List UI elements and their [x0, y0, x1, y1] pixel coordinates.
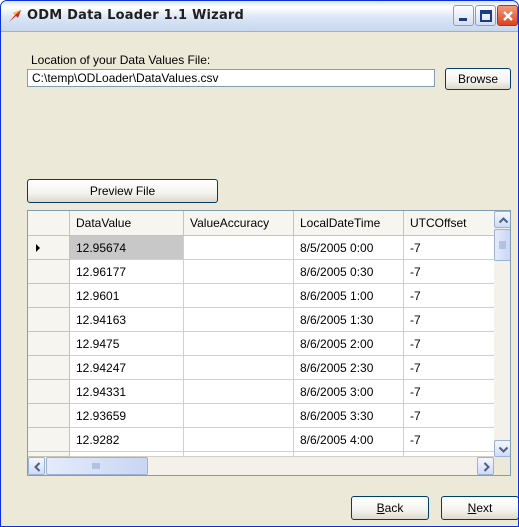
close-icon [503, 11, 513, 21]
cell-localdatetime[interactable]: 8/6/2005 1:00 [294, 284, 404, 308]
table-row[interactable]: 12.96177 8/6/2005 0:30 -7 [28, 260, 494, 284]
row-header-corner [28, 211, 70, 235]
minimize-icon [459, 18, 467, 21]
cell-utcoffset[interactable]: -7 [404, 332, 494, 356]
column-header-datavalue[interactable]: DataValue [70, 211, 184, 235]
cell-localdatetime[interactable]: 8/6/2005 0:30 [294, 260, 404, 284]
table-row[interactable]: 12.9601 8/6/2005 1:00 -7 [28, 284, 494, 308]
chevron-left-icon [34, 462, 41, 472]
scroll-up-button[interactable] [494, 211, 510, 228]
cell-valueaccuracy[interactable] [184, 260, 294, 284]
scroll-down-button[interactable] [494, 440, 510, 457]
grip-icon [499, 241, 506, 249]
cell-utcoffset[interactable]: -7 [404, 260, 494, 284]
cell-datavalue[interactable]: 12.95674 [70, 236, 184, 260]
wizard-window: ODM Data Loader 1.1 Wizard Location of y… [0, 0, 519, 527]
data-file-label: Location of your Data Values File: [31, 53, 211, 67]
app-icon [9, 10, 21, 22]
cell-localdatetime[interactable]: 8/6/2005 3:30 [294, 404, 404, 428]
cell-datavalue[interactable]: 12.96177 [70, 260, 184, 284]
chevron-down-icon [498, 446, 509, 453]
back-accelerator: B [376, 501, 385, 515]
cell-utcoffset[interactable]: -7 [404, 404, 494, 428]
cell-valueaccuracy[interactable] [184, 380, 294, 404]
row-header[interactable] [28, 284, 70, 308]
cell-datavalue[interactable]: 12.93659 [70, 404, 184, 428]
file-path-input[interactable] [27, 69, 435, 87]
cell-localdatetime[interactable]: 8/6/2005 2:00 [294, 332, 404, 356]
table-row[interactable]: 12.94163 8/6/2005 1:30 -7 [28, 308, 494, 332]
cell-datavalue[interactable]: 12.94163 [70, 308, 184, 332]
table-row[interactable]: 12.94247 8/6/2005 2:30 -7 [28, 356, 494, 380]
cell-localdatetime[interactable]: 8/6/2005 3:00 [294, 380, 404, 404]
cell-datavalue[interactable]: 12.9475 [70, 332, 184, 356]
cell-localdatetime[interactable]: 8/5/2005 0:00 [294, 236, 404, 260]
cell-valueaccuracy[interactable] [184, 332, 294, 356]
cell-localdatetime[interactable]: 8/6/2005 4:00 [294, 428, 404, 452]
next-button[interactable]: Next [441, 496, 518, 520]
cell-valueaccuracy[interactable] [184, 308, 294, 332]
column-header-valueaccuracy[interactable]: ValueAccuracy [184, 211, 294, 235]
back-button[interactable]: Back [351, 496, 429, 520]
cell-localdatetime[interactable]: 8/6/2005 1:30 [294, 308, 404, 332]
horizontal-scrollbar[interactable] [28, 457, 494, 475]
row-header[interactable] [28, 404, 70, 428]
chevron-right-icon [483, 462, 490, 472]
preview-file-button[interactable]: Preview File [27, 179, 218, 203]
window-title: ODM Data Loader 1.1 Wizard [27, 8, 245, 23]
row-header[interactable] [28, 236, 70, 260]
horizontal-scroll-thumb[interactable] [46, 457, 148, 475]
cell-localdatetime[interactable]: 8/6/2005 2:30 [294, 356, 404, 380]
cell-datavalue[interactable]: 12.94247 [70, 356, 184, 380]
cell-valueaccuracy[interactable] [184, 356, 294, 380]
vertical-scrollbar[interactable] [494, 211, 510, 457]
cell-utcoffset[interactable]: -7 [404, 428, 494, 452]
row-header[interactable] [28, 332, 70, 356]
maximize-button[interactable] [475, 5, 496, 26]
cell-datavalue[interactable]: 12.9282 [70, 428, 184, 452]
chevron-up-icon [498, 217, 509, 224]
cell-valueaccuracy[interactable] [184, 428, 294, 452]
column-header-utcoffset[interactable]: UTCOffset [404, 211, 494, 235]
cell-valueaccuracy[interactable] [184, 236, 294, 260]
grid-header: DataValue ValueAccuracy LocalDateTime UT… [28, 211, 494, 236]
browse-button[interactable]: Browse [445, 68, 511, 90]
title-bar[interactable]: ODM Data Loader 1.1 Wizard [1, 1, 518, 32]
cell-datavalue[interactable]: 12.94331 [70, 380, 184, 404]
cell-utcoffset[interactable]: -7 [404, 308, 494, 332]
row-header[interactable] [28, 308, 70, 332]
cell-valueaccuracy[interactable] [184, 284, 294, 308]
back-label-rest: ack [384, 501, 404, 515]
cell-datavalue[interactable]: 12.9601 [70, 284, 184, 308]
cell-utcoffset[interactable]: -7 [404, 284, 494, 308]
scroll-right-button[interactable] [477, 457, 494, 475]
row-header[interactable] [28, 428, 70, 452]
current-row-arrow-icon [36, 244, 40, 252]
cell-utcoffset[interactable]: -7 [404, 356, 494, 380]
next-label-rest: ext [476, 501, 493, 515]
close-button[interactable] [497, 5, 518, 26]
table-row[interactable]: 12.9282 8/6/2005 4:00 -7 [28, 428, 494, 452]
scrollbar-corner [494, 457, 510, 475]
scroll-left-button[interactable] [28, 457, 45, 475]
table-row[interactable]: 12.95674 8/5/2005 0:00 -7 [28, 236, 494, 260]
row-header[interactable] [28, 380, 70, 404]
maximize-icon [480, 10, 492, 22]
cell-utcoffset[interactable]: -7 [404, 236, 494, 260]
table-row[interactable]: 12.9475 8/6/2005 2:00 -7 [28, 332, 494, 356]
row-header[interactable] [28, 356, 70, 380]
cell-utcoffset[interactable]: -7 [404, 380, 494, 404]
table-row[interactable]: 12.94331 8/6/2005 3:00 -7 [28, 380, 494, 404]
column-header-localdatetime[interactable]: LocalDateTime [294, 211, 404, 235]
vertical-scroll-thumb[interactable] [494, 229, 510, 261]
data-grid[interactable]: DataValue ValueAccuracy LocalDateTime UT… [27, 210, 511, 476]
minimize-button[interactable] [453, 5, 474, 26]
cell-valueaccuracy[interactable] [184, 404, 294, 428]
grip-icon [92, 463, 100, 469]
table-row[interactable]: 12.93659 8/6/2005 3:30 -7 [28, 404, 494, 428]
row-header[interactable] [28, 260, 70, 284]
